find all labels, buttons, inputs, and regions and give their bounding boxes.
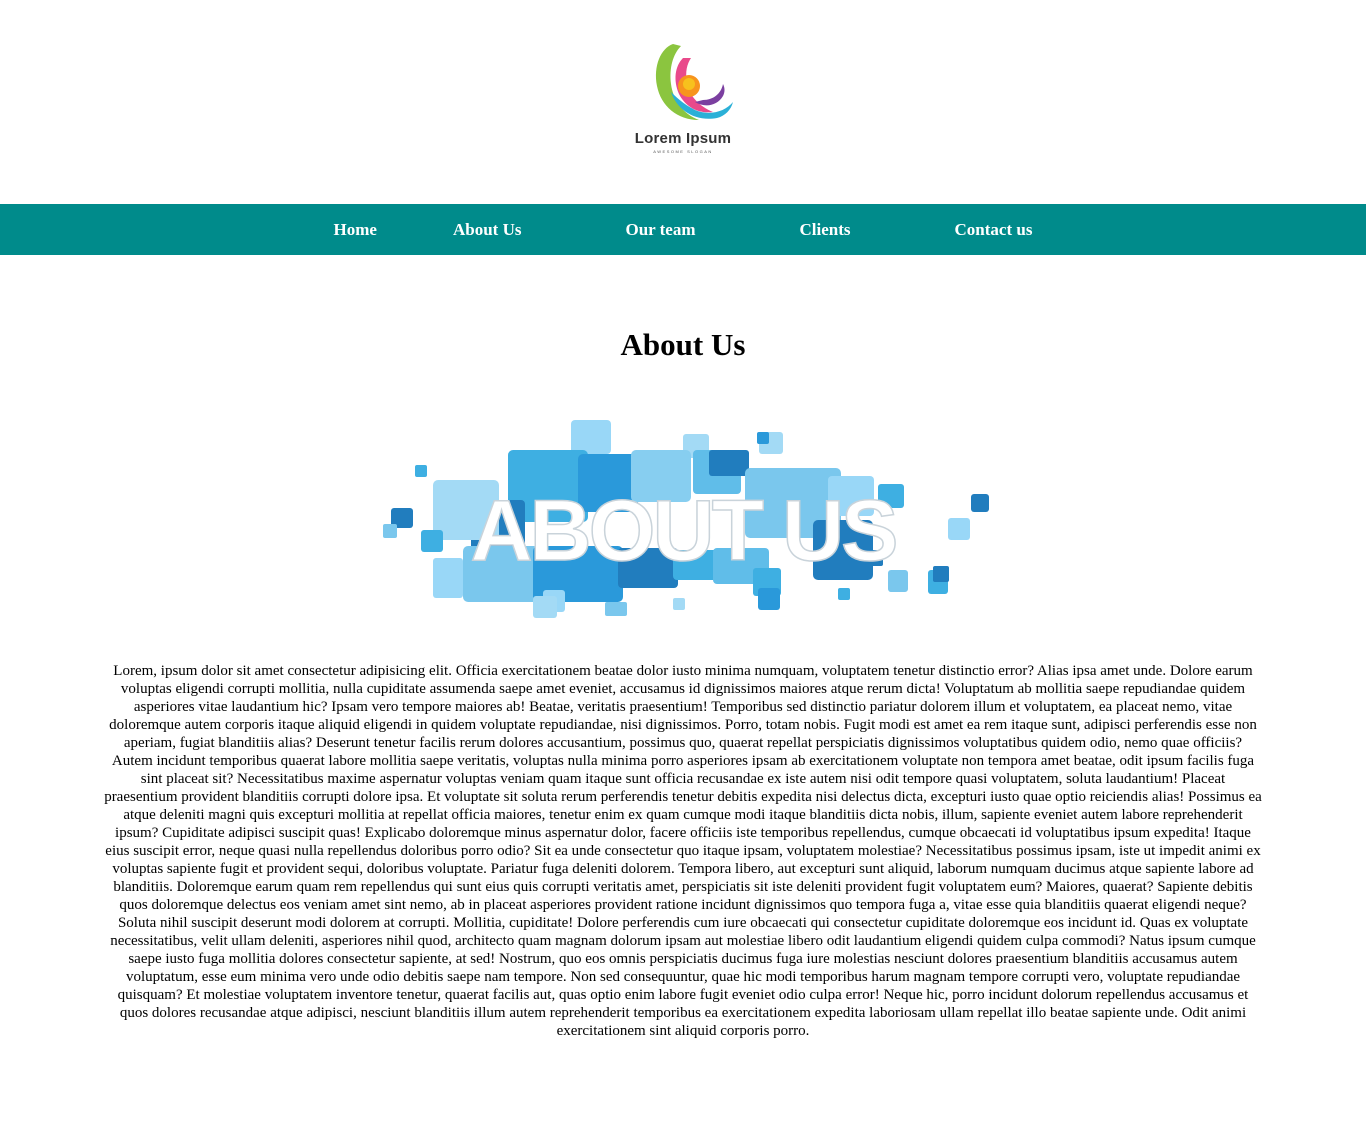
brand-name: Lorem Ipsum — [634, 130, 732, 147]
site-header: Lorem Ipsum AWESOME SLOGAN Home About Us… — [0, 0, 1366, 255]
page-title: About Us — [620, 327, 746, 362]
banner-wrap: ABOUT US — [0, 420, 1366, 620]
brand-tagline: AWESOME SLOGAN — [653, 149, 713, 154]
main-content: About Us ABOUT US Lorem, ipsum dolor sit… — [0, 327, 1366, 1040]
nav-item-contact-us[interactable]: Contact us — [955, 220, 1033, 240]
banner-text: ABOUT US — [470, 483, 895, 579]
nav-item-about-us[interactable]: About Us — [453, 220, 522, 240]
main-nav: Home About Us Our team Clients Contact u… — [0, 204, 1366, 255]
about-us-banner: ABOUT US — [383, 420, 989, 618]
logo-mark-icon — [655, 44, 733, 120]
nav-item-home[interactable]: Home — [334, 220, 377, 240]
nav-item-clients[interactable]: Clients — [800, 220, 851, 240]
nav-list: Home About Us Our team Clients Contact u… — [334, 220, 1033, 240]
brand-logo[interactable]: Lorem Ipsum AWESOME SLOGAN — [603, 36, 763, 196]
nav-item-our-team[interactable]: Our team — [625, 220, 695, 240]
logo-area: Lorem Ipsum AWESOME SLOGAN — [0, 0, 1366, 204]
about-body-text: Lorem, ipsum dolor sit amet consectetur … — [104, 663, 1262, 1039]
